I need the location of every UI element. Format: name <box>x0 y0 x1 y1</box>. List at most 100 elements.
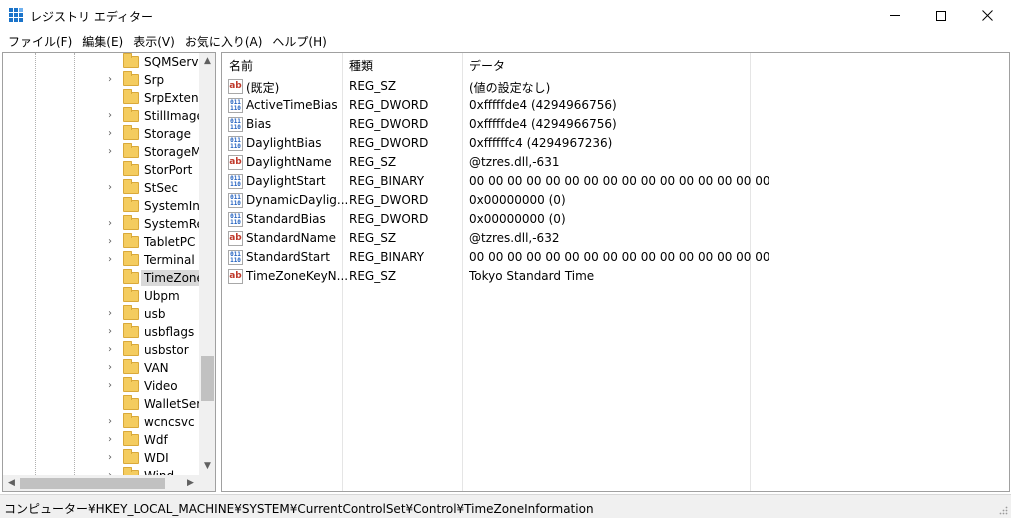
value-row[interactable]: ab TimeZoneKeyN... REG_SZ Tokyo Standard Ti… <box>222 267 1009 286</box>
value-data: 0x00000000 (0) <box>469 193 566 207</box>
folder-icon <box>123 431 139 446</box>
tree-item-label: TimeZoneI <box>141 270 199 286</box>
value-row[interactable]: 011 110 DaylightStart REG_BINARY 00 00 00 00… <box>222 172 1009 191</box>
folder-icon <box>123 53 139 68</box>
tree-item[interactable]: › StSec <box>3 179 199 197</box>
column-header-data[interactable]: データ <box>469 57 505 74</box>
value-row[interactable]: 011 110 StandardBias REG_DWORD 0x00000000 (0… <box>222 210 1009 229</box>
tree-item[interactable]: › usbstor <box>3 341 199 359</box>
chevron-right-icon[interactable]: › <box>105 452 115 464</box>
binary-value-icon: 011 110 <box>228 212 243 227</box>
minimize-button[interactable] <box>872 0 918 31</box>
value-row[interactable]: ab StandardName REG_SZ @tzres.dll,-632 <box>222 229 1009 248</box>
value-type: REG_BINARY <box>349 174 425 188</box>
chevron-right-icon[interactable]: › <box>105 218 115 230</box>
tree-item[interactable]: › StillImage <box>3 107 199 125</box>
tree-item[interactable]: SrpExtensic <box>3 89 199 107</box>
tree-item[interactable]: › usbflags <box>3 323 199 341</box>
tree-item[interactable]: › SystemRes <box>3 215 199 233</box>
chevron-right-icon[interactable]: › <box>105 416 115 428</box>
tree-vertical-scrollbar[interactable]: ▲ ▼ <box>199 53 215 475</box>
title-bar: レジストリ エディター <box>0 0 1011 31</box>
chevron-right-icon[interactable]: › <box>105 74 115 86</box>
chevron-right-icon[interactable]: › <box>105 380 115 392</box>
tree-horizontal-scrollbar[interactable]: ◀ ▶ <box>3 475 199 491</box>
value-row[interactable]: ab (既定) REG_SZ (値の設定なし) <box>222 77 1009 96</box>
tree-item[interactable]: › StorageMa <box>3 143 199 161</box>
menu-view[interactable]: 表示(V) <box>128 33 180 50</box>
tree-item[interactable]: ›Wind <box>3 467 199 475</box>
tree-item[interactable]: › Video <box>3 377 199 395</box>
maximize-button[interactable] <box>918 0 964 31</box>
menu-file[interactable]: ファイル(F) <box>3 33 77 50</box>
tree-item-label: Ubpm <box>144 289 180 303</box>
binary-value-icon: 011 110 <box>228 136 243 151</box>
chevron-right-icon[interactable]: › <box>105 110 115 122</box>
tree-vertical-scroll-thumb[interactable] <box>201 356 214 401</box>
value-row[interactable]: ab DaylightName REG_SZ @tzres.dll,-631 <box>222 153 1009 172</box>
tree-item[interactable]: TimeZoneI <box>3 269 199 287</box>
tree-item[interactable]: › WDI <box>3 449 199 467</box>
key-tree-pane[interactable]: SQMServic › Srp SrpExtensic › StillImage › Stor… <box>2 52 216 492</box>
value-row[interactable]: 011 110 StandardStart REG_BINARY 00 00 00 00… <box>222 248 1009 267</box>
tree-item[interactable]: › VAN <box>3 359 199 377</box>
tree-horizontal-scroll-thumb[interactable] <box>20 478 165 489</box>
value-type: REG_SZ <box>349 155 397 169</box>
tree-item[interactable]: › usb <box>3 305 199 323</box>
chevron-right-icon[interactable]: › <box>105 362 115 374</box>
scroll-corner <box>199 475 215 491</box>
window-title: レジストリ エディター <box>30 10 153 24</box>
menu-edit[interactable]: 編集(E) <box>77 33 128 50</box>
folder-icon <box>123 287 139 302</box>
value-row[interactable]: 011 110 DynamicDaylig... REG_DWORD 0x0000000… <box>222 191 1009 210</box>
chevron-right-icon[interactable]: › <box>105 434 115 446</box>
value-row[interactable]: 011 110 DaylightBias REG_DWORD 0xffffffc4 (4… <box>222 134 1009 153</box>
chevron-right-icon[interactable]: › <box>105 236 115 248</box>
chevron-right-icon[interactable]: › <box>105 326 115 338</box>
menu-bar: ファイル(F) 編集(E) 表示(V) お気に入り(A) ヘルプ(H) <box>0 31 1011 51</box>
close-button[interactable] <box>964 0 1010 31</box>
chevron-right-icon[interactable]: › <box>105 308 115 320</box>
tree-item[interactable]: › wcncsvc <box>3 413 199 431</box>
column-header-type[interactable]: 種類 <box>349 57 373 74</box>
tree-item[interactable]: Ubpm <box>3 287 199 305</box>
tree-item[interactable]: › Storage <box>3 125 199 143</box>
chevron-right-icon[interactable]: › <box>105 146 115 158</box>
chevron-right-icon[interactable]: › <box>105 254 115 266</box>
tree-item[interactable]: SQMServic <box>3 53 199 71</box>
column-header-name[interactable]: 名前 <box>229 57 253 74</box>
scroll-left-icon[interactable]: ◀ <box>3 475 20 491</box>
chevron-right-icon[interactable]: › <box>105 182 115 194</box>
value-row[interactable]: 011 110 Bias REG_DWORD 0xfffffde4 (429496675… <box>222 115 1009 134</box>
tree-item[interactable]: StorPort <box>3 161 199 179</box>
folder-icon <box>123 395 139 410</box>
scroll-down-icon[interactable]: ▼ <box>199 458 215 475</box>
folder-icon <box>123 305 139 320</box>
value-name: ActiveTimeBias <box>246 98 338 112</box>
resize-grip-icon[interactable] <box>998 505 1008 515</box>
folder-icon <box>123 161 139 176</box>
scroll-up-icon[interactable]: ▲ <box>199 53 215 70</box>
tree-item[interactable]: › TabletPC <box>3 233 199 251</box>
tree-item[interactable]: › Wdf <box>3 431 199 449</box>
tree-item[interactable]: WalletServi <box>3 395 199 413</box>
values-list-pane[interactable]: 名前 種類 データ ab (既定) REG_SZ (値の設定なし) 011 110 Acti… <box>221 52 1010 492</box>
folder-icon <box>123 71 139 86</box>
value-data: @tzres.dll,-632 <box>469 231 560 245</box>
scroll-right-icon[interactable]: ▶ <box>182 475 199 491</box>
menu-help[interactable]: ヘルプ(H) <box>267 33 331 50</box>
chevron-right-icon[interactable]: › <box>105 344 115 356</box>
value-row[interactable]: 011 110 ActiveTimeBias REG_DWORD 0xfffffde4 … <box>222 96 1009 115</box>
tree-item[interactable]: SystemInfo <box>3 197 199 215</box>
chevron-right-icon[interactable]: › <box>105 128 115 140</box>
value-type: REG_DWORD <box>349 136 429 150</box>
menu-favorites[interactable]: お気に入り(A) <box>180 33 268 50</box>
folder-icon <box>123 89 139 104</box>
tree-item-label: TabletPC <box>144 235 196 249</box>
tree-item[interactable]: › Terminal Se <box>3 251 199 269</box>
status-path: コンピューター¥HKEY_LOCAL_MACHINE¥SYSTEM¥Curren… <box>4 502 594 516</box>
tree-item[interactable]: › Srp <box>3 71 199 89</box>
string-value-icon: ab <box>228 79 243 94</box>
folder-icon <box>123 341 139 356</box>
maximize-icon <box>936 10 946 21</box>
